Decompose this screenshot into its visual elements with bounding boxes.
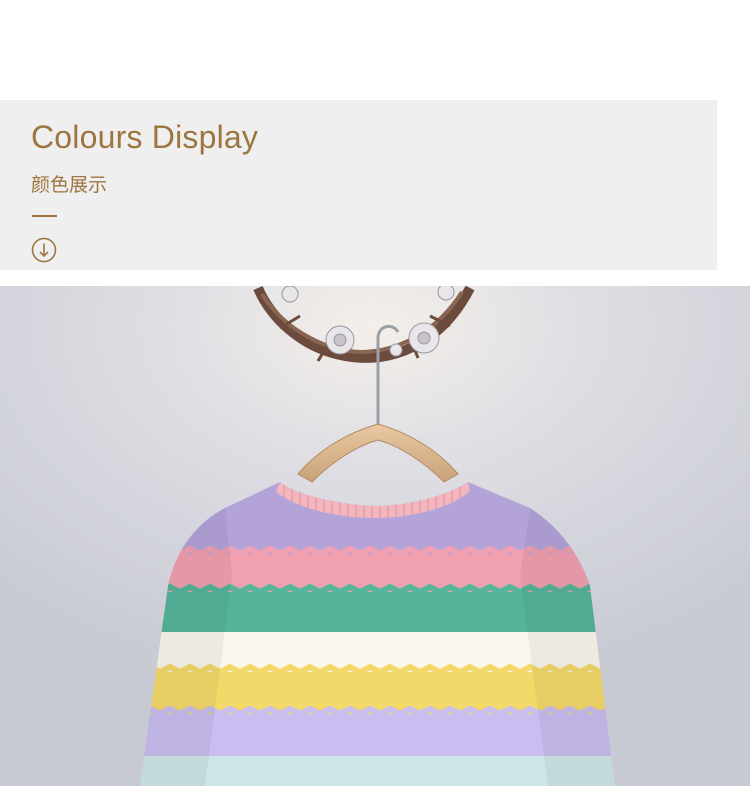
sweater-photo bbox=[0, 286, 750, 786]
section-title: Colours Display bbox=[31, 119, 259, 155]
title-divider bbox=[32, 215, 57, 217]
sweater-illustration bbox=[0, 286, 750, 786]
down-arrow-circle-icon bbox=[31, 237, 57, 263]
section-subtitle: 颜色展示 bbox=[31, 174, 108, 196]
